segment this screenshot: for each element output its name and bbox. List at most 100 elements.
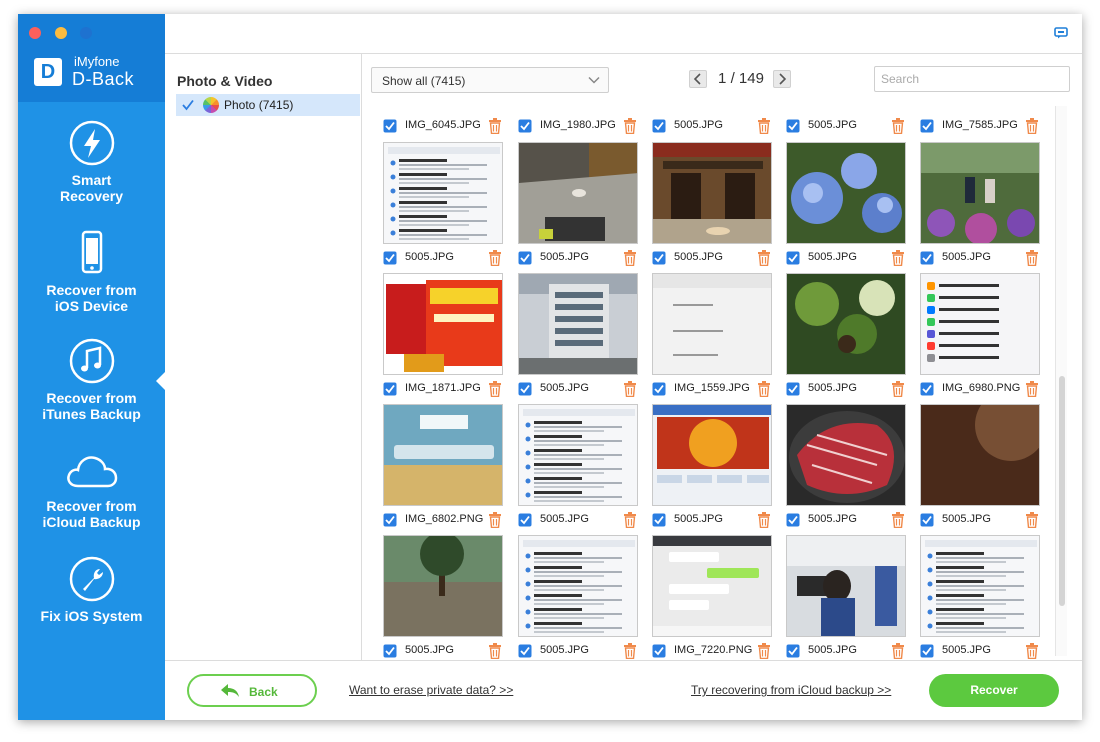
checkbox-checked-icon[interactable] xyxy=(383,644,397,658)
checkbox-checked-icon[interactable] xyxy=(383,251,397,265)
checkbox-checked-icon[interactable] xyxy=(786,251,800,265)
trash-icon[interactable] xyxy=(1025,381,1039,397)
checkbox-checked-icon[interactable] xyxy=(652,382,666,396)
checkbox-checked-icon[interactable] xyxy=(383,513,397,527)
checkbox-checked-icon[interactable] xyxy=(518,644,532,658)
photo-thumbnail[interactable] xyxy=(652,273,772,375)
photo-thumbnail[interactable] xyxy=(786,404,906,506)
next-page-button[interactable] xyxy=(773,70,791,88)
photo-image xyxy=(921,536,1039,636)
sidebar-item-fix-ios[interactable]: Fix iOS System xyxy=(18,556,165,624)
photo-filename: IMG_7220.PNG xyxy=(674,644,753,656)
back-button[interactable]: Back xyxy=(187,674,317,707)
checkbox-checked-icon[interactable] xyxy=(518,513,532,527)
trash-icon[interactable] xyxy=(488,643,502,659)
filter-select[interactable]: Show all (7415) xyxy=(371,67,609,93)
trash-icon[interactable] xyxy=(757,118,771,134)
search-input[interactable] xyxy=(874,66,1070,92)
photo-thumbnail[interactable] xyxy=(652,142,772,244)
checkbox-checked-icon[interactable] xyxy=(652,119,666,133)
checkbox-checked-icon[interactable] xyxy=(920,644,934,658)
nav-label: Recover from xyxy=(46,390,137,406)
photo-filename: 5005.JPG xyxy=(674,513,723,525)
trash-icon[interactable] xyxy=(623,512,637,528)
photo-thumbnail[interactable] xyxy=(786,273,906,375)
photo-image xyxy=(384,274,502,374)
trash-icon[interactable] xyxy=(891,118,905,134)
vertical-scrollbar[interactable] xyxy=(1055,106,1067,656)
photo-thumbnail[interactable] xyxy=(383,535,503,637)
photo-thumbnail[interactable] xyxy=(383,142,503,244)
scrollbar-thumb[interactable] xyxy=(1059,376,1065,606)
checkbox-checked-icon[interactable] xyxy=(786,513,800,527)
trash-icon[interactable] xyxy=(891,512,905,528)
checkbox-checked-icon[interactable] xyxy=(652,644,666,658)
photo-thumbnail[interactable] xyxy=(920,273,1040,375)
trash-icon[interactable] xyxy=(1025,118,1039,134)
photo-filename: 5005.JPG xyxy=(674,119,723,131)
checkbox-checked-icon[interactable] xyxy=(383,119,397,133)
checkbox-checked-icon[interactable] xyxy=(786,382,800,396)
trash-icon[interactable] xyxy=(757,512,771,528)
trash-icon[interactable] xyxy=(1025,250,1039,266)
checkbox-checked-icon[interactable] xyxy=(652,251,666,265)
sidebar-item-itunes-backup[interactable]: Recover from iTunes Backup xyxy=(18,338,165,422)
sidebar-item-smart-recovery[interactable]: Smart Recovery xyxy=(18,120,165,204)
checkbox-checked-icon[interactable] xyxy=(518,251,532,265)
checkbox-checked-icon[interactable] xyxy=(786,119,800,133)
zoom-window-button[interactable] xyxy=(80,27,92,39)
trash-icon[interactable] xyxy=(623,118,637,134)
trash-icon[interactable] xyxy=(623,250,637,266)
trash-icon[interactable] xyxy=(1025,643,1039,659)
trash-icon[interactable] xyxy=(757,381,771,397)
photo-thumbnail[interactable] xyxy=(652,535,772,637)
try-icloud-backup-link[interactable]: Try recovering from iCloud backup >> xyxy=(691,683,891,697)
trash-icon[interactable] xyxy=(488,381,502,397)
photo-item-label: 5005.JPG xyxy=(920,643,1054,659)
photo-thumbnail[interactable] xyxy=(786,142,906,244)
trash-icon[interactable] xyxy=(891,381,905,397)
photo-thumbnail[interactable] xyxy=(920,142,1040,244)
trash-icon[interactable] xyxy=(891,643,905,659)
photo-thumbnail[interactable] xyxy=(518,535,638,637)
trash-icon[interactable] xyxy=(623,381,637,397)
checkbox-checked-icon[interactable] xyxy=(786,644,800,658)
photo-thumbnail[interactable] xyxy=(518,273,638,375)
photo-thumbnail[interactable] xyxy=(518,404,638,506)
photo-filename: 5005.JPG xyxy=(808,644,857,656)
erase-private-data-link[interactable]: Want to erase private data? >> xyxy=(349,683,513,697)
previous-page-button[interactable] xyxy=(689,70,707,88)
checkbox-checked-icon[interactable] xyxy=(920,513,934,527)
photo-thumbnail[interactable] xyxy=(652,404,772,506)
trash-icon[interactable] xyxy=(891,250,905,266)
trash-icon[interactable] xyxy=(488,250,502,266)
sidebar-item-icloud-backup[interactable]: Recover from iCloud Backup xyxy=(18,450,165,530)
photo-thumbnail[interactable] xyxy=(920,535,1040,637)
category-item-photo[interactable]: Photo (7415) xyxy=(176,94,360,116)
trash-icon[interactable] xyxy=(623,643,637,659)
trash-icon[interactable] xyxy=(757,643,771,659)
trash-icon[interactable] xyxy=(757,250,771,266)
photo-thumbnail[interactable] xyxy=(383,404,503,506)
sidebar-item-ios-device[interactable]: Recover from iOS Device xyxy=(18,230,165,314)
checkbox-checked-icon[interactable] xyxy=(652,513,666,527)
close-window-button[interactable] xyxy=(29,27,41,39)
checkbox-checked-icon[interactable] xyxy=(518,119,532,133)
checkbox-checked-icon[interactable] xyxy=(181,98,195,112)
feedback-icon[interactable] xyxy=(1054,27,1068,39)
photo-filename: 5005.JPG xyxy=(405,644,454,656)
photo-thumbnail[interactable] xyxy=(518,142,638,244)
checkbox-checked-icon[interactable] xyxy=(518,382,532,396)
checkbox-checked-icon[interactable] xyxy=(383,382,397,396)
minimize-window-button[interactable] xyxy=(55,27,67,39)
trash-icon[interactable] xyxy=(1025,512,1039,528)
checkbox-checked-icon[interactable] xyxy=(920,119,934,133)
photo-thumbnail[interactable] xyxy=(786,535,906,637)
photo-thumbnail[interactable] xyxy=(920,404,1040,506)
trash-icon[interactable] xyxy=(488,118,502,134)
checkbox-checked-icon[interactable] xyxy=(920,382,934,396)
checkbox-checked-icon[interactable] xyxy=(920,251,934,265)
trash-icon[interactable] xyxy=(488,512,502,528)
recover-button[interactable]: Recover xyxy=(929,674,1059,707)
photo-thumbnail[interactable] xyxy=(383,273,503,375)
